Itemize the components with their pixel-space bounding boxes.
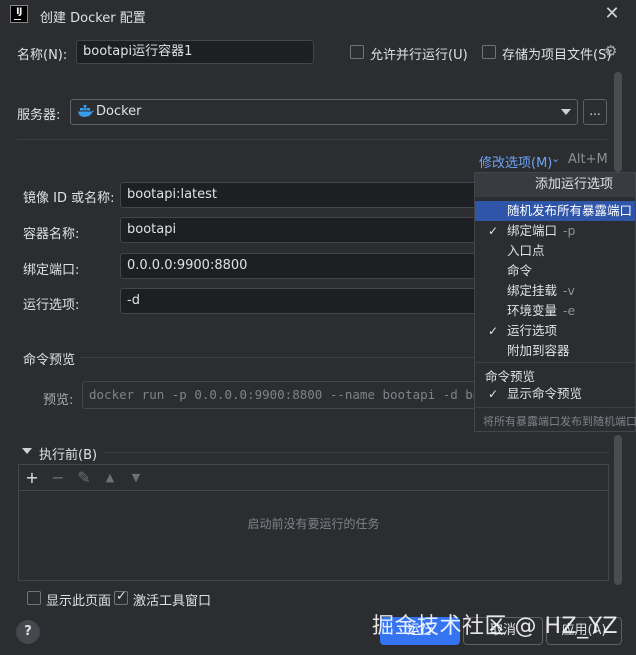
help-button[interactable]: ? bbox=[16, 620, 40, 644]
show-page-checkbox[interactable] bbox=[27, 591, 41, 605]
scrollbar-thumb[interactable] bbox=[614, 435, 622, 585]
popup-item-label: 绑定端口 bbox=[507, 223, 558, 238]
run-options-label: 运行选项: bbox=[23, 298, 80, 313]
empty-tasks-text: 启动前没有要运行的任务 bbox=[247, 517, 380, 531]
popup-item-attach-to-container[interactable]: 附加到容器 bbox=[475, 341, 635, 361]
store-as-file-checkbox[interactable] bbox=[482, 45, 496, 59]
check-icon: ✓ bbox=[488, 387, 499, 401]
popup-item-hint: -p bbox=[563, 223, 576, 238]
check-icon: ✓ bbox=[488, 324, 499, 338]
name-label: 名称(N): bbox=[17, 48, 68, 63]
activate-tool-window-checkbox[interactable] bbox=[114, 589, 128, 605]
docker-icon bbox=[78, 105, 94, 117]
separator bbox=[475, 362, 635, 363]
show-page-label: 显示此页面 bbox=[46, 594, 112, 609]
separator bbox=[475, 407, 635, 408]
popup-group-command-preview: 命令预览 bbox=[485, 369, 536, 384]
popup-item-command[interactable]: 命令 bbox=[475, 261, 635, 281]
popup-item-env-vars[interactable]: 环境变量 -e bbox=[475, 301, 635, 321]
popup-item-bind-mounts[interactable]: 绑定挂载 -v bbox=[475, 281, 635, 301]
popup-item-label: 命令 bbox=[507, 263, 533, 278]
image-input[interactable]: bootapi:latest bbox=[120, 182, 480, 208]
modify-options-link[interactable]: 修改选项(M) bbox=[479, 152, 552, 171]
run-options-input[interactable]: -d bbox=[120, 288, 480, 314]
remove-icon[interactable]: − bbox=[49, 468, 67, 487]
task-toolbar: + − ✎ ▲ ▼ bbox=[19, 465, 608, 491]
server-value: Docker bbox=[96, 104, 142, 119]
popup-item-show-command-preview[interactable]: ✓ 显示命令预览 bbox=[475, 384, 635, 404]
server-dropdown[interactable]: Docker bbox=[70, 99, 578, 125]
close-icon[interactable]: ✕ bbox=[602, 4, 622, 24]
store-as-file-label: 存储为项目文件(S) bbox=[502, 48, 612, 63]
separator bbox=[17, 139, 607, 140]
popup-item-run-options[interactable]: ✓ 运行选项 bbox=[475, 321, 635, 341]
server-label: 服务器: bbox=[17, 108, 61, 123]
title-bar: IJ 创建 Docker 配置 ✕ bbox=[0, 0, 636, 32]
chevron-down-icon[interactable]: ⌄ bbox=[551, 152, 560, 165]
before-launch-task-panel: + − ✎ ▲ ▼ 启动前没有要运行的任务 bbox=[18, 464, 609, 581]
move-down-icon[interactable]: ▼ bbox=[127, 471, 145, 484]
edit-icon[interactable]: ✎ bbox=[75, 468, 93, 487]
intellij-app-icon: IJ bbox=[10, 5, 28, 23]
add-icon[interactable]: + bbox=[23, 468, 41, 487]
popup-item-label: 入口点 bbox=[507, 243, 545, 258]
before-launch-section[interactable]: 执行前(B) bbox=[39, 444, 97, 463]
check-icon: ✓ bbox=[488, 224, 499, 238]
modify-options-shortcut: Alt+M bbox=[568, 152, 608, 167]
popup-item-bind-ports[interactable]: ✓ 绑定端口 -p bbox=[475, 221, 635, 241]
command-preview-section: 命令预览 bbox=[23, 353, 76, 368]
preview-label: 预览: bbox=[43, 393, 74, 408]
container-name-input[interactable]: bootapi bbox=[120, 217, 480, 243]
popup-header: 添加运行选项 bbox=[475, 173, 635, 197]
image-label: 镜像 ID 或名称: bbox=[23, 191, 115, 206]
popup-footer-hint: 将所有暴露端口发布到随机端口 bbox=[483, 415, 636, 428]
add-run-options-popup: 添加运行选项 随机发布所有暴露端口 ✓ 绑定端口 -p 入口点 命令 绑定挂载 -v… bbox=[474, 172, 636, 432]
popup-item-hint: -e bbox=[563, 303, 576, 318]
browse-server-button[interactable]: ... bbox=[583, 99, 607, 125]
bind-ports-label: 绑定端口: bbox=[23, 263, 80, 278]
popup-item-hint: -v bbox=[563, 283, 575, 298]
watermark: 掘金技术社区 @ HZ_YZ bbox=[372, 614, 619, 639]
popup-item-label: 显示命令预览 bbox=[507, 386, 583, 401]
allow-parallel-checkbox[interactable] bbox=[350, 45, 364, 59]
container-name-label: 容器名称: bbox=[23, 227, 80, 242]
popup-item-entrypoint[interactable]: 入口点 bbox=[475, 241, 635, 261]
activate-tool-window-label: 激活工具窗口 bbox=[133, 594, 212, 609]
bind-ports-input[interactable]: 0.0.0.0:9900:8800 bbox=[120, 253, 480, 279]
popup-item-publish-all-ports[interactable]: 随机发布所有暴露端口 bbox=[475, 201, 635, 221]
popup-item-label: 绑定挂载 bbox=[507, 283, 558, 298]
name-input[interactable]: bootapi运行容器1 bbox=[76, 40, 314, 64]
move-up-icon[interactable]: ▲ bbox=[101, 471, 119, 484]
separator bbox=[104, 452, 609, 453]
scrollbar-thumb[interactable] bbox=[614, 72, 622, 172]
command-preview-field[interactable]: docker run -p 0.0.0.0:9900:8800 --name b… bbox=[82, 381, 482, 409]
gear-icon[interactable]: ⚙ bbox=[604, 42, 617, 60]
popup-item-label: 运行选项 bbox=[507, 323, 558, 338]
popup-item-label: 附加到容器 bbox=[507, 343, 570, 358]
popup-item-label: 随机发布所有暴露端口 bbox=[507, 203, 633, 218]
window-title: 创建 Docker 配置 bbox=[40, 11, 146, 26]
popup-item-label: 环境变量 bbox=[507, 303, 558, 318]
allow-parallel-label: 允许并行运行(U) bbox=[370, 48, 468, 63]
chevron-down-icon bbox=[561, 109, 571, 115]
separator bbox=[80, 357, 480, 358]
collapse-triangle-icon[interactable] bbox=[22, 448, 32, 454]
